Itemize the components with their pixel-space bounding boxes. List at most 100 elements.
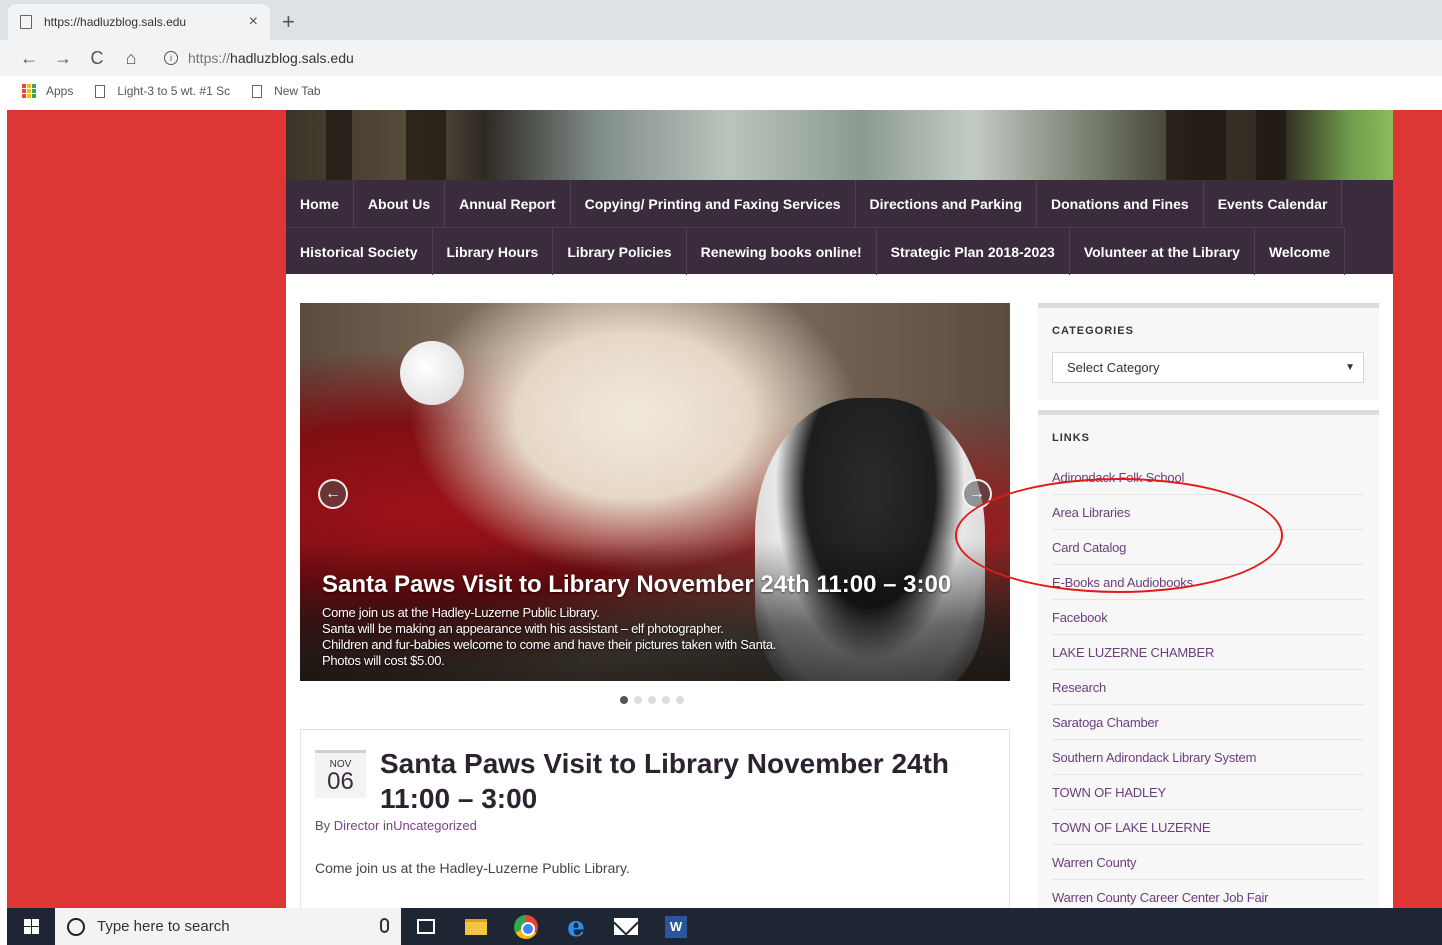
tab-title: https://hadluzblog.sals.edu: [44, 15, 187, 29]
nav-directions-parking[interactable]: Directions and Parking: [856, 180, 1037, 227]
microphone-icon[interactable]: [380, 918, 389, 933]
main-navigation: Home About Us Annual Report Copying/ Pri…: [286, 180, 1393, 275]
link-area-libraries[interactable]: Area Libraries: [1052, 495, 1364, 530]
slider-pagination: [620, 696, 684, 704]
nav-volunteer[interactable]: Volunteer at the Library: [1070, 228, 1255, 275]
nav-renewing-books[interactable]: Renewing books online!: [687, 228, 877, 275]
task-view-button[interactable]: [401, 908, 451, 945]
bookmark-label: Apps: [46, 84, 74, 98]
nav-welcome[interactable]: Welcome: [1255, 228, 1346, 275]
nav-home[interactable]: Home: [286, 180, 354, 227]
address-scheme: https://: [188, 50, 231, 66]
file-explorer-button[interactable]: [451, 908, 501, 945]
link-warren-county[interactable]: Warren County: [1052, 845, 1364, 880]
by-prefix: By: [315, 818, 331, 833]
blog-post: NOV 06 Santa Paws Visit to Library Novem…: [300, 729, 1010, 908]
chrome-icon: [514, 914, 538, 939]
start-button[interactable]: [7, 908, 55, 945]
new-tab-button[interactable]: +: [282, 9, 295, 35]
page-icon: [95, 84, 106, 98]
author-link[interactable]: Director: [334, 818, 380, 833]
header-banner-image: [286, 110, 1393, 180]
reload-icon[interactable]: C: [80, 48, 114, 69]
bookmarks-bar: Apps Light-3 to 5 wt. #1 Sc New Tab: [0, 76, 1442, 106]
santa-hat-decoration: [400, 341, 464, 405]
slider-next-arrow-icon[interactable]: →: [962, 479, 992, 509]
taskbar-search-placeholder: Type here to search: [97, 918, 230, 935]
windows-logo-icon: [23, 919, 39, 934]
tab-strip: https://hadluzblog.sals.edu × +: [0, 0, 1442, 40]
browser-tab[interactable]: https://hadluzblog.sals.edu ×: [8, 4, 270, 40]
home-icon[interactable]: ⌂: [114, 48, 148, 69]
caret-down-icon: ▼: [1345, 362, 1355, 373]
slider-prev-arrow-icon[interactable]: ←: [318, 479, 348, 509]
page-viewport: Home About Us Annual Report Copying/ Pri…: [7, 110, 1442, 908]
chrome-taskbar-button[interactable]: [501, 908, 551, 945]
post-title[interactable]: Santa Paws Visit to Library November 24t…: [380, 746, 980, 816]
nav-library-policies[interactable]: Library Policies: [553, 228, 687, 275]
slide-caption-line: Come join us at the Hadley-Luzerne Publi…: [322, 605, 600, 620]
bookmark-label: New Tab: [274, 84, 321, 98]
nav-events-calendar[interactable]: Events Calendar: [1204, 180, 1343, 227]
close-tab-icon[interactable]: ×: [249, 13, 258, 31]
bookmark-apps[interactable]: Apps: [22, 84, 73, 98]
nav-copying-printing[interactable]: Copying/ Printing and Faxing Services: [571, 180, 856, 227]
edge-taskbar-button[interactable]: e: [551, 908, 601, 945]
links-list: Adirondack Folk School Area Libraries Ca…: [1052, 460, 1364, 908]
mail-taskbar-button[interactable]: [601, 908, 651, 945]
slider-dot[interactable]: [648, 696, 656, 704]
link-adirondack-folk-school[interactable]: Adirondack Folk School: [1052, 460, 1364, 495]
bookmark-new-tab[interactable]: New Tab: [252, 84, 321, 98]
nav-about-us[interactable]: About Us: [354, 180, 446, 227]
links-title: LINKS: [1052, 432, 1090, 444]
site-container: Home About Us Annual Report Copying/ Pri…: [286, 110, 1393, 908]
back-icon[interactable]: ←: [12, 48, 46, 69]
link-ebooks-audiobooks[interactable]: E-Books and Audiobooks: [1052, 565, 1364, 600]
slider-dot[interactable]: [620, 696, 628, 704]
nav-donations-fines[interactable]: Donations and Fines: [1037, 180, 1204, 227]
link-town-of-hadley[interactable]: TOWN OF HADLEY: [1052, 775, 1364, 810]
bookmark-light[interactable]: Light-3 to 5 wt. #1 Sc: [95, 84, 230, 98]
nav-strategic-plan[interactable]: Strategic Plan 2018-2023: [877, 228, 1070, 275]
nav-row-1: Home About Us Annual Report Copying/ Pri…: [286, 180, 1343, 227]
page-icon: [252, 84, 263, 98]
apps-grid-icon: [22, 84, 36, 98]
slide-title[interactable]: Santa Paws Visit to Library November 24t…: [322, 571, 951, 599]
category-select[interactable]: Select Category ▼: [1052, 352, 1364, 383]
link-facebook[interactable]: Facebook: [1052, 600, 1364, 635]
info-icon[interactable]: i: [164, 51, 178, 65]
slider-dot[interactable]: [676, 696, 684, 704]
category-link[interactable]: Uncategorized: [393, 818, 477, 833]
link-southern-adirondack-library-system[interactable]: Southern Adirondack Library System: [1052, 740, 1364, 775]
nav-library-hours[interactable]: Library Hours: [433, 228, 554, 275]
page-icon: [20, 15, 32, 29]
link-saratoga-chamber[interactable]: Saratoga Chamber: [1052, 705, 1364, 740]
in-prefix: in: [382, 818, 394, 833]
nav-annual-report[interactable]: Annual Report: [445, 180, 571, 227]
forward-icon[interactable]: →: [46, 48, 80, 69]
link-lake-luzerne-chamber[interactable]: LAKE LUZERNE CHAMBER: [1052, 635, 1364, 670]
link-research[interactable]: Research: [1052, 670, 1364, 705]
task-view-icon: [417, 919, 435, 934]
slider-dot[interactable]: [634, 696, 642, 704]
post-byline: By Director inUncategorized: [315, 818, 477, 833]
categories-widget: CATEGORIES Select Category ▼: [1038, 303, 1379, 400]
links-widget: LINKS Adirondack Folk School Area Librar…: [1038, 410, 1379, 908]
link-warren-county-career-center[interactable]: Warren County Career Center Job Fair: [1052, 880, 1364, 908]
slider-dot[interactable]: [662, 696, 670, 704]
slide-caption-line: Children and fur-babies welcome to come …: [322, 637, 777, 652]
windows-taskbar: Type here to search e W: [7, 908, 1442, 945]
browser-toolbar: ← → C ⌂ i https:// hadluzblog.sals.edu: [0, 40, 1442, 76]
word-taskbar-button[interactable]: W: [651, 908, 701, 945]
link-town-of-lake-luzerne[interactable]: TOWN OF LAKE LUZERNE: [1052, 810, 1364, 845]
folder-icon: [465, 918, 487, 935]
post-day: 06: [327, 768, 354, 795]
nav-historical-society[interactable]: Historical Society: [286, 228, 433, 275]
address-bar[interactable]: i https:// hadluzblog.sals.edu: [154, 43, 1424, 73]
slide-caption-line: Santa will be making an appearance with …: [322, 621, 724, 636]
address-host: hadluzblog.sals.edu: [230, 50, 354, 66]
taskbar-search-box[interactable]: Type here to search: [55, 908, 401, 945]
bookmark-label: Light-3 to 5 wt. #1 Sc: [117, 84, 231, 98]
link-card-catalog[interactable]: Card Catalog: [1052, 530, 1364, 565]
image-slider[interactable]: ← → Santa Paws Visit to Library November…: [300, 303, 1010, 681]
